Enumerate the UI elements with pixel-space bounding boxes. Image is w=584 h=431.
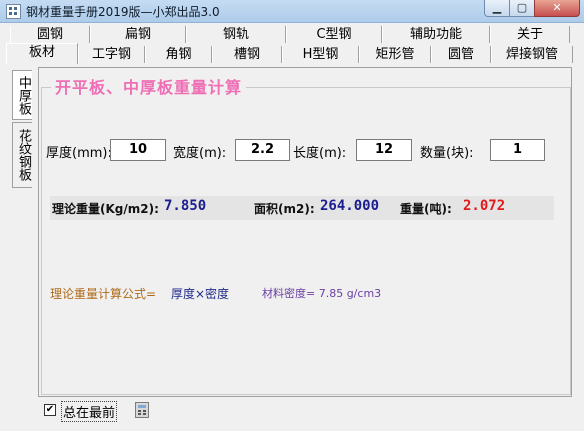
area-value: 264.000 bbox=[320, 198, 380, 214]
theoretical-weight-label: 理论重量(Kg/m2): bbox=[52, 202, 159, 216]
tab-channel-steel[interactable]: 槽钢 bbox=[212, 46, 282, 63]
area-label: 面积(m2): bbox=[254, 202, 315, 216]
tab-flat-steel[interactable]: 扁钢 bbox=[90, 26, 186, 43]
tab-round-steel[interactable]: 圆钢 bbox=[10, 26, 90, 43]
title-bar: 钢材重量手册2019版—小郑出品3.0 ▁ ▢ ✕ bbox=[0, 0, 584, 23]
tab-i-beam[interactable]: 工字钢 bbox=[78, 46, 145, 63]
tab-rect-tube[interactable]: 矩形管 bbox=[359, 46, 431, 63]
calc-groupbox bbox=[41, 87, 571, 395]
tab-h-beam[interactable]: H型钢 bbox=[282, 46, 359, 63]
always-on-top-checkbox[interactable]: ✔ bbox=[44, 404, 56, 416]
length-label: 长度(m): bbox=[293, 146, 347, 161]
width-label: 宽度(m): bbox=[173, 146, 227, 161]
density-text: 材料密度= 7.85 g/cm3 bbox=[262, 287, 382, 300]
tab-c-steel[interactable]: C型钢 bbox=[286, 26, 382, 43]
theoretical-weight-value: 7.850 bbox=[164, 198, 207, 214]
calculator-app-icon bbox=[6, 4, 21, 19]
section-title: 开平板、中厚板重量计算 bbox=[51, 74, 247, 98]
minimize-button[interactable]: ▁ bbox=[484, 0, 510, 17]
tab-about[interactable]: 关于 bbox=[490, 26, 570, 43]
weight-value: 2.072 bbox=[463, 198, 506, 214]
thickness-input[interactable]: 10 bbox=[110, 139, 166, 161]
tab-angle-steel[interactable]: 角钢 bbox=[145, 46, 212, 63]
tab-round-tube[interactable]: 圆管 bbox=[431, 46, 491, 63]
tab-rail[interactable]: 钢轨 bbox=[186, 26, 286, 43]
width-input[interactable]: 2.2 bbox=[235, 139, 290, 161]
side-tab-medium-plate[interactable]: 中厚板 bbox=[12, 70, 32, 120]
always-on-top-label[interactable]: 总在最前 bbox=[61, 401, 118, 422]
formula-expression: 厚度×密度 bbox=[171, 287, 230, 301]
side-tab-checkered-plate[interactable]: 花纹钢板 bbox=[12, 122, 32, 188]
tab-auxiliary[interactable]: 辅助功能 bbox=[382, 26, 490, 43]
tab-plate[interactable]: 板材 bbox=[6, 43, 78, 64]
thickness-label: 厚度(mm): bbox=[46, 146, 112, 161]
tab-welded-pipe[interactable]: 焊接钢管 bbox=[491, 46, 573, 63]
close-button[interactable]: ✕ bbox=[534, 0, 580, 17]
calculator-icon[interactable] bbox=[135, 402, 149, 418]
length-input[interactable]: 12 bbox=[356, 139, 412, 161]
weight-label: 重量(吨): bbox=[400, 202, 452, 216]
window-title: 钢材重量手册2019版—小郑出品3.0 bbox=[26, 5, 220, 19]
maximize-button[interactable]: ▢ bbox=[509, 0, 535, 17]
quantity-label: 数量(块): bbox=[420, 146, 474, 161]
quantity-input[interactable]: 1 bbox=[490, 139, 545, 161]
formula-label: 理论重量计算公式= bbox=[50, 287, 157, 301]
